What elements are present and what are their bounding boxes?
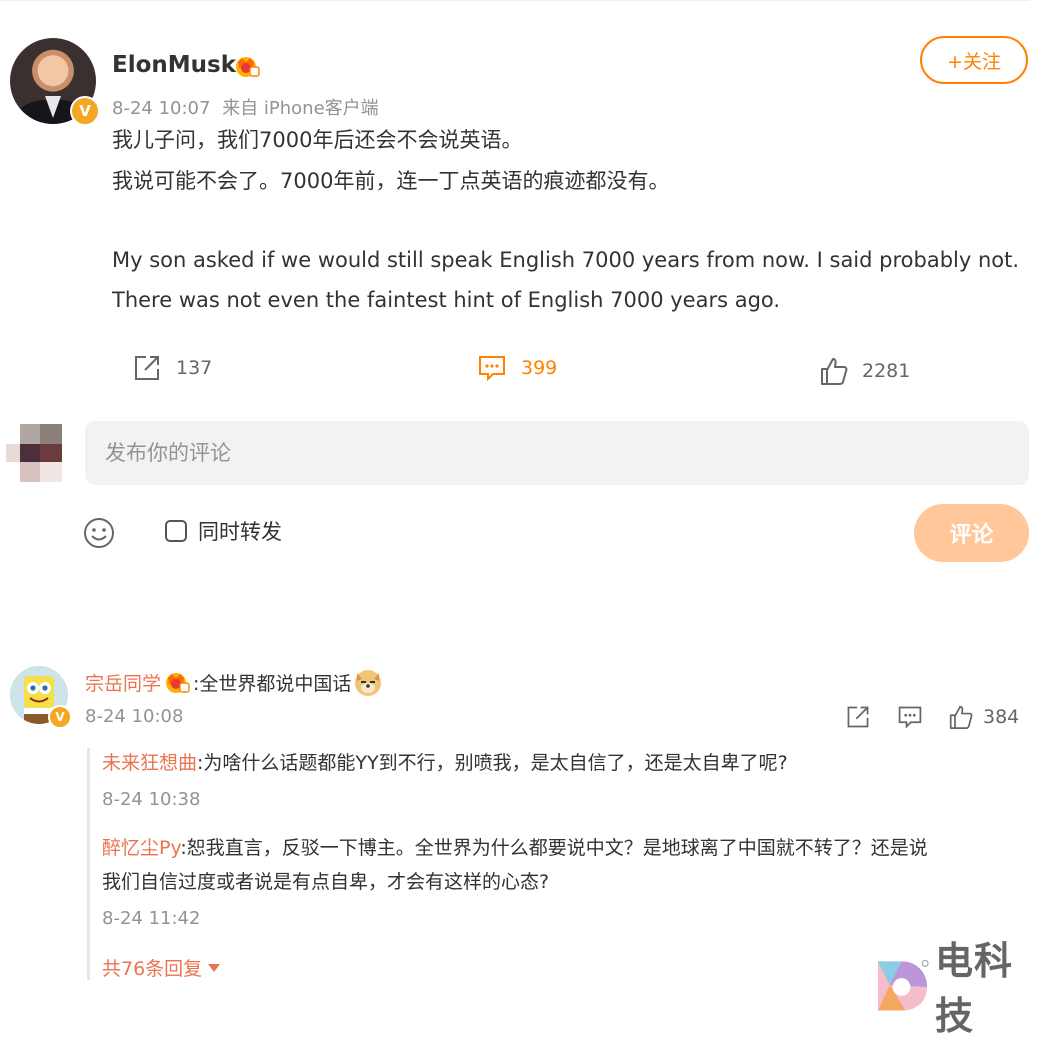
repost-icon <box>135 356 159 380</box>
reply-author[interactable]: 未来狂想曲 <box>102 752 197 774</box>
post-meta: 8-24 10:07 来自 iPhone客户端 <box>112 94 379 120</box>
top-divider <box>0 0 1030 1</box>
like-count: 2281 <box>862 360 911 382</box>
submit-comment-button[interactable]: 评论 <box>914 504 1029 562</box>
crown-badge-icon <box>166 673 190 693</box>
reply-text: :为啥什么话题都能YY到不行，别喷我，是太自信了，还是太自卑了呢? <box>197 752 788 774</box>
reply-thread-divider <box>87 748 90 980</box>
current-user-avatar <box>6 424 64 482</box>
repost-count: 137 <box>176 357 213 379</box>
repost-icon[interactable] <box>845 704 871 730</box>
repost-checkbox[interactable] <box>165 520 187 542</box>
commenter-verified-badge: V <box>48 705 72 729</box>
reply-author[interactable]: 醉忆尘Py <box>102 837 180 859</box>
reply-2: 醉忆尘Py:恕我直言，反驳一下博主。全世界为什么都要说中文？是地球离了中国就不转… <box>102 831 928 865</box>
chevron-down-icon <box>208 963 221 972</box>
post-text-english: My son asked if we would still speak Eng… <box>112 248 1020 312</box>
commenter-name[interactable]: 宗岳同学 <box>85 669 161 696</box>
like-icon <box>821 358 848 385</box>
comment-like-action[interactable]: 384 <box>949 704 1019 730</box>
post-text-line-2: 我说可能不会了。7000年前，连一丁点英语的痕迹都没有。 <box>112 169 670 193</box>
verified-badge: V <box>70 96 100 126</box>
comment-like-count: 384 <box>983 706 1020 728</box>
watermark-text: 电科技 <box>935 939 1014 1038</box>
comment-time: 8-24 10:08 <box>85 706 184 727</box>
post-time: 8-24 10:07 <box>112 98 211 119</box>
comment-input[interactable] <box>85 421 1029 485</box>
reply-time: 8-24 11:42 <box>102 908 201 929</box>
follow-button[interactable]: +关注 <box>920 36 1028 84</box>
comment-icon[interactable] <box>897 704 923 730</box>
comment-icon <box>479 356 505 382</box>
comment-actions: 384 <box>845 704 1019 730</box>
repost-action[interactable]: 137 <box>132 353 212 383</box>
more-replies-link[interactable]: 共76条回复 <box>102 954 221 981</box>
author-name[interactable]: ElonMusk <box>112 52 236 78</box>
post-source: 来自 iPhone客户端 <box>222 98 379 119</box>
reply-time: 8-24 10:38 <box>102 789 201 810</box>
reply-2-line-2: 我们自信过度或者说是有点自卑，才会有这样的心态? <box>102 871 550 893</box>
comment-count: 399 <box>521 357 558 379</box>
watermark: 电科技 <box>876 930 1050 1040</box>
reply-1: 未来狂想曲:为啥什么话题都能YY到不行，别喷我，是太自信了，还是太自卑了呢? <box>102 746 788 780</box>
like-action[interactable]: 2281 <box>820 356 910 386</box>
more-replies-label: 共76条回复 <box>102 958 203 980</box>
comment-action[interactable]: 399 <box>477 353 557 383</box>
repost-checkbox-label[interactable]: 同时转发 <box>198 516 282 546</box>
watermark-logo-icon <box>877 959 929 1011</box>
like-icon <box>949 705 973 729</box>
crown-badge-icon <box>236 57 260 77</box>
reply-text: :恕我直言，反驳一下博主。全世界为什么都要说中文？是地球离了中国就不转了？还是说 <box>180 837 928 859</box>
comment-text: :全世界都说中国话 <box>193 672 352 695</box>
post-text-line-1: 我儿子问，我们7000年后还会不会说英语。 <box>112 128 523 152</box>
emoji-icon[interactable] <box>83 517 115 549</box>
comment-line: 宗岳同学 :全世界都说中国话 <box>85 667 383 697</box>
doge-emoji-icon <box>355 670 382 696</box>
